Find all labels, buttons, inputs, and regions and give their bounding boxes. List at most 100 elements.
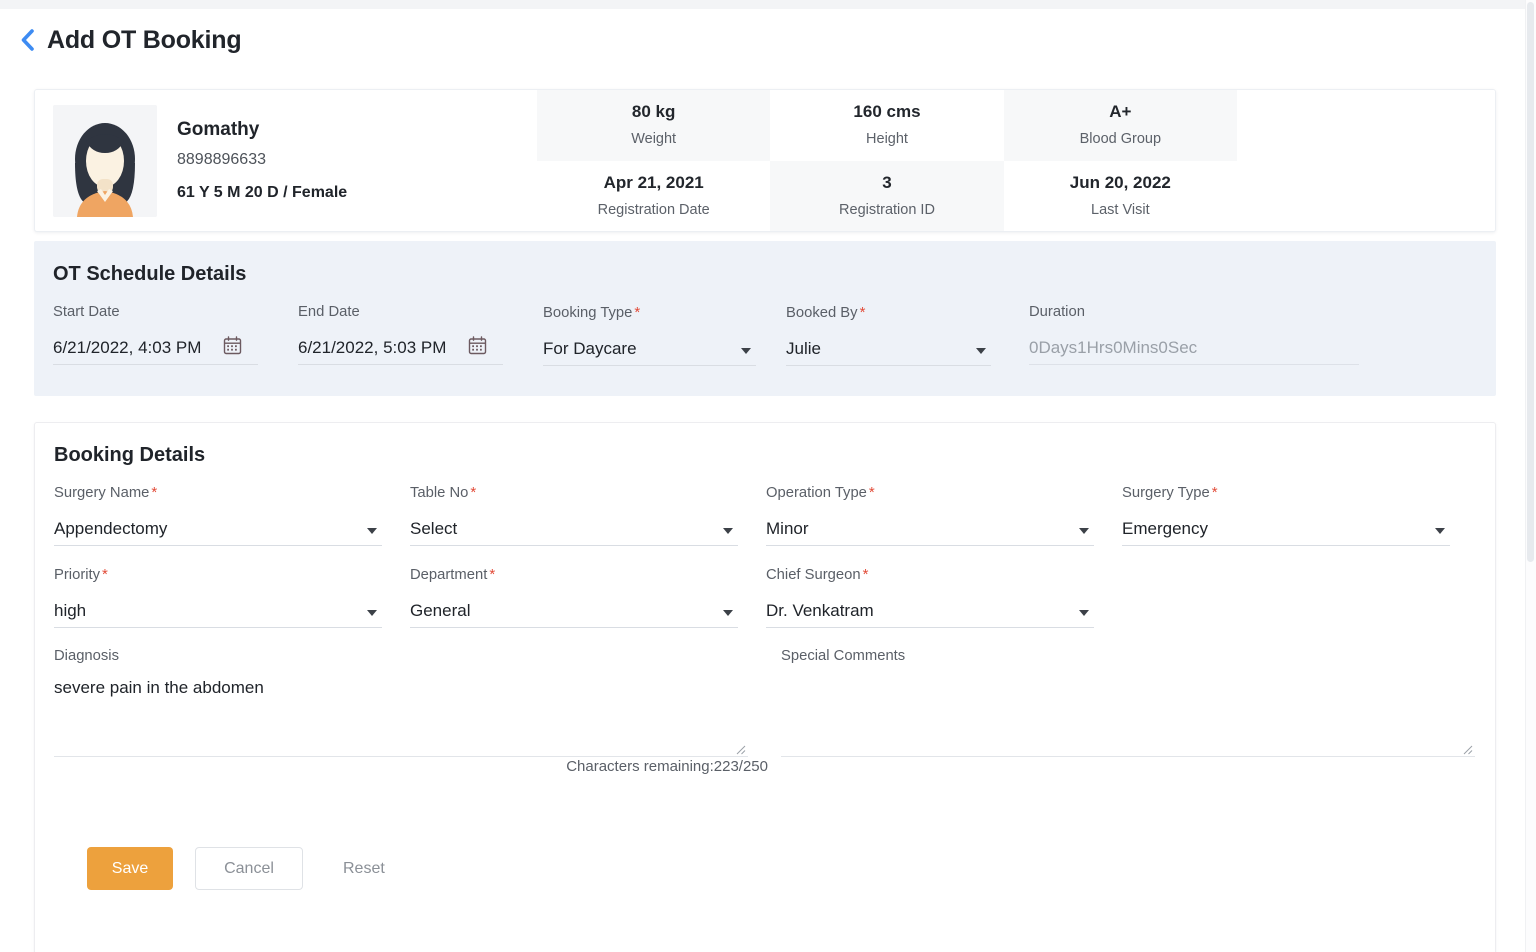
ot-schedule-panel: OT Schedule Details Start Date 6/21/2022… (34, 241, 1496, 396)
ot-schedule-fields: Start Date 6/21/2022, 4:03 PM End Date 6… (53, 303, 1478, 367)
field-label: End Date (298, 304, 360, 320)
patient-stats-grid: 80 kg Weight 160 cms Height A+ Blood Gro… (537, 90, 1237, 231)
required-marker: * (151, 484, 158, 501)
page-title: Add OT Booking (47, 25, 242, 54)
label-text: Table No (410, 485, 469, 501)
patient-name: Gomathy (177, 119, 260, 141)
required-marker: * (862, 566, 869, 583)
operation-type-select[interactable]: Minor (766, 513, 1094, 547)
ot-booking-page: Add OT Booking Gomathy 8898896633 61 Y 5… (0, 0, 1536, 952)
stat-value: Jun 20, 2022 (1069, 172, 1171, 192)
end-date-value: 6/21/2022, 5:03 PM (298, 338, 447, 358)
booking-details-title: Booking Details (54, 444, 206, 466)
chevron-down-icon[interactable] (723, 610, 733, 617)
special-comments-block: Special Comments (781, 647, 1475, 758)
required-marker: * (102, 566, 108, 583)
field-end-date: End Date 6/21/2022, 5:03 PM (298, 303, 543, 366)
field-label: Surgery Name * (54, 483, 410, 503)
label-text: Booked By (786, 305, 858, 321)
chevron-down-icon[interactable] (367, 610, 377, 617)
chevron-down-icon[interactable] (1079, 610, 1089, 617)
label-text: Chief Surgeon (766, 567, 861, 583)
stat-value: 80 kg (631, 102, 676, 122)
label-text: Priority (54, 567, 101, 583)
table-no-select[interactable]: Select (410, 513, 738, 547)
stat-value: 160 cms (853, 102, 921, 122)
stat-label: Registration ID (839, 201, 935, 218)
surgery-type-value: Emergency (1122, 519, 1208, 539)
priority-value: high (54, 601, 87, 621)
label-text: Booking Type (543, 305, 633, 321)
patient-summary-card: Gomathy 8898896633 61 Y 5 M 20 D / Femal… (34, 89, 1496, 232)
resize-handle[interactable] (734, 742, 746, 755)
chevron-down-icon[interactable] (367, 528, 377, 535)
stat-label: Registration Date (597, 201, 710, 218)
stat-weight: 80 kg Weight (537, 90, 771, 161)
stat-blood-group: A+ Blood Group (1003, 90, 1237, 161)
scrollbar-thumb[interactable] (1527, 2, 1534, 562)
end-date-input[interactable]: 6/21/2022, 5:03 PM (298, 332, 503, 366)
field-label: Department * (410, 565, 766, 585)
resize-handle[interactable] (1461, 742, 1473, 755)
operation-type-value: Minor (766, 519, 809, 539)
stat-height: 160 cms Height (770, 90, 1003, 161)
duration-value: 0Days1Hrs0Mins0Sec (1029, 338, 1198, 358)
special-comments-label: Special Comments (781, 648, 906, 664)
chevron-left-icon[interactable] (14, 25, 40, 55)
stat-registration-date: Apr 21, 2021 Registration Date (537, 161, 770, 232)
chevron-down-icon[interactable] (976, 348, 986, 355)
field-department: Department * General (410, 565, 766, 629)
action-buttons: Save Cancel Reset (87, 847, 401, 890)
field-priority: Priority * high (54, 565, 410, 629)
page-scrollbar[interactable] (1525, 0, 1536, 952)
booked-by-select[interactable]: Julie (786, 333, 991, 367)
field-start-date: Start Date 6/21/2022, 4:03 PM (53, 303, 298, 366)
stat-registration-id: 3 Registration ID (770, 160, 1004, 231)
calendar-icon[interactable] (468, 336, 487, 360)
chief-surgeon-select[interactable]: Dr. Venkatram (766, 595, 1094, 629)
field-duration: Duration 0Days1Hrs0Mins0Sec (1029, 303, 1369, 366)
save-button[interactable]: Save (87, 847, 173, 890)
stat-label: Last Visit (1091, 201, 1150, 218)
stat-last-visit: Jun 20, 2022 Last Visit (1004, 161, 1237, 232)
required-marker: * (868, 484, 875, 501)
booking-type-select[interactable]: For Daycare (543, 333, 756, 367)
calendar-icon[interactable] (223, 336, 242, 360)
stat-value: Apr 21, 2021 (603, 172, 704, 192)
page-header: Add OT Booking (0, 9, 1536, 71)
diagnosis-value: severe pain in the abdomen (54, 678, 264, 698)
stat-value: 3 (882, 172, 892, 192)
field-label: Booking Type * (543, 303, 786, 323)
patient-identity: Gomathy 8898896633 61 Y 5 M 20 D / Femal… (35, 90, 537, 231)
field-chief-surgeon: Chief Surgeon * Dr. Venkatram (766, 565, 1122, 629)
label-text: Department (410, 567, 488, 583)
special-comments-textarea[interactable] (781, 678, 1475, 758)
label-text: Surgery Type (1122, 485, 1210, 501)
required-marker: * (1211, 484, 1218, 501)
surgery-type-select[interactable]: Emergency (1122, 513, 1450, 547)
chevron-down-icon[interactable] (1079, 528, 1089, 535)
chief-surgeon-value: Dr. Venkatram (766, 601, 874, 621)
start-date-input[interactable]: 6/21/2022, 4:03 PM (53, 332, 258, 366)
duration-input: 0Days1Hrs0Mins0Sec (1029, 332, 1359, 366)
priority-select[interactable]: high (54, 595, 382, 629)
stat-label: Blood Group (1079, 131, 1162, 148)
label-text: Operation Type (766, 485, 867, 501)
field-booking-type: Booking Type * For Daycare (543, 303, 786, 367)
chevron-down-icon[interactable] (723, 528, 733, 535)
field-surgery-name: Surgery Name * Appendectomy (54, 483, 410, 547)
department-select[interactable]: General (410, 595, 738, 629)
reset-button[interactable]: Reset (327, 847, 401, 890)
field-label: Start Date (53, 304, 120, 320)
female-avatar-illustration (53, 104, 157, 217)
chevron-down-icon[interactable] (741, 348, 751, 355)
cancel-button[interactable]: Cancel (195, 847, 303, 890)
label-text: Surgery Name (54, 485, 150, 501)
stat-label: Weight (631, 131, 677, 148)
field-surgery-type: Surgery Type * Emergency (1122, 483, 1478, 547)
surgery-name-select[interactable]: Appendectomy (54, 513, 382, 547)
chevron-down-icon[interactable] (1435, 528, 1445, 535)
field-label: Priority * (54, 565, 410, 585)
field-label: Chief Surgeon * (766, 565, 1122, 585)
diagnosis-textarea[interactable]: severe pain in the abdomen (54, 678, 748, 758)
